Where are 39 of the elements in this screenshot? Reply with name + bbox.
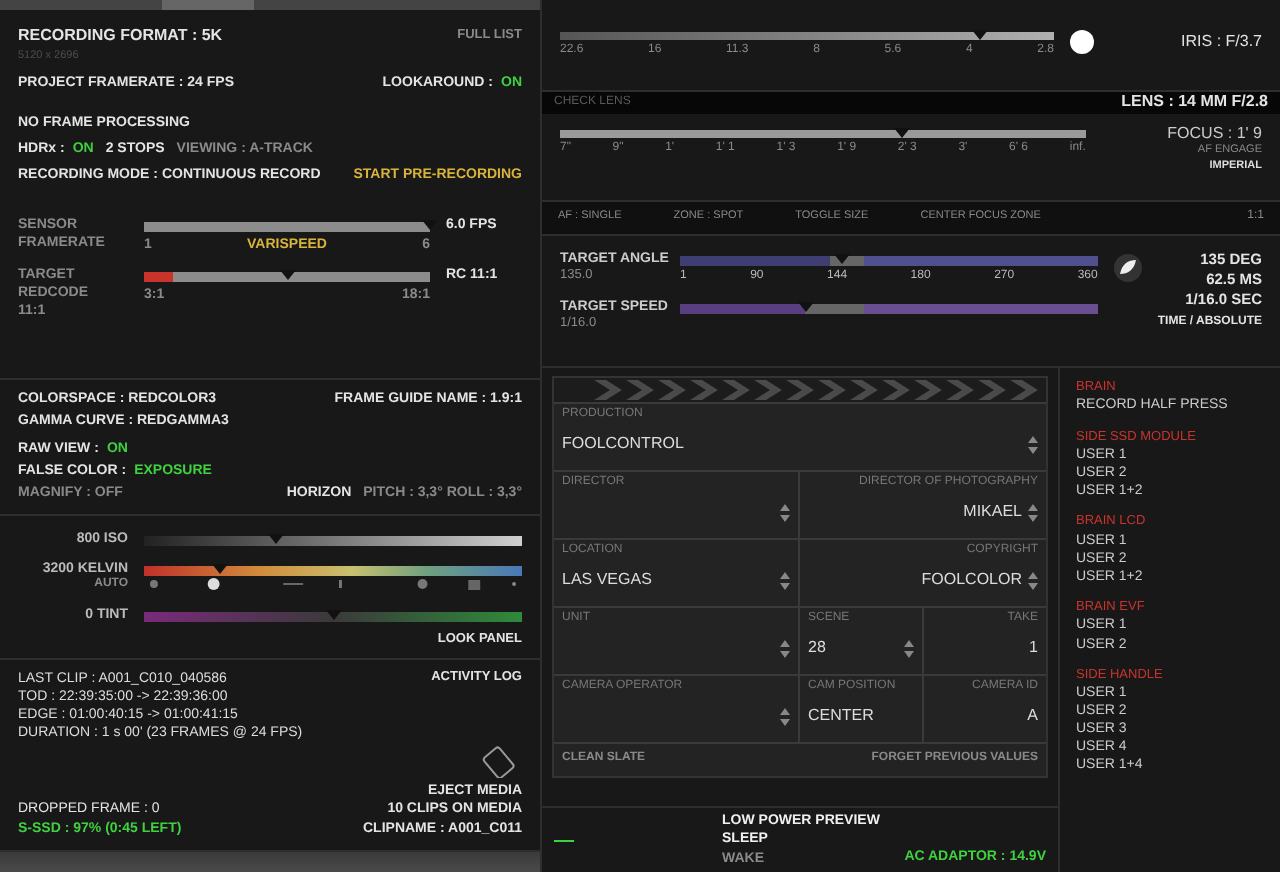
stepper-icon[interactable] [780,571,790,590]
slider-track[interactable] [560,130,1086,138]
slider-track[interactable] [680,303,1098,314]
field-value: 28 [808,638,826,660]
recording-format: RECORDING FORMAT : 5K [18,26,223,47]
status-line [554,839,574,841]
field-value: FOOLCOLOR [921,570,1022,592]
slider-track[interactable] [144,566,522,577]
stepper-icon[interactable] [780,503,790,522]
stepper-icon[interactable] [1028,435,1038,454]
stepper-icon[interactable] [1028,571,1038,590]
iris-reading: IRIS : F/3.7 [1179,32,1262,54]
slider-thumb[interactable] [893,128,910,138]
stepper-icon[interactable] [780,639,790,658]
stepper-icon[interactable] [903,639,913,658]
slider-thumb[interactable] [279,270,295,280]
focus-reading: FOCUS : 1' 9 [1167,124,1262,144]
slider-track[interactable] [560,32,1054,40]
stepper-icon[interactable] [780,707,790,726]
slider-track[interactable] [144,272,430,282]
slider-thumb[interactable] [971,30,988,40]
slider-track[interactable] [144,536,522,546]
slider-thumb[interactable] [325,609,341,620]
shutter-icon [1113,254,1142,282]
field-value: LAS VEGAS [562,570,652,592]
slider-thumb[interactable] [834,254,851,264]
field-value: 1 [1029,638,1038,660]
field-value: MIKAEL [963,502,1022,524]
field-value: FOOLCONTROL [562,434,684,456]
slider-track[interactable] [680,256,1098,266]
stepper-icon[interactable] [1028,503,1038,522]
field-value: A [1027,706,1038,728]
lens-name: LENS : 14 MM F/2.8 [1121,92,1268,114]
field-value: CENTER [808,706,874,728]
slider-track[interactable] [144,611,522,622]
slider-thumb[interactable] [797,301,814,312]
slider-thumb[interactable] [268,534,285,544]
circle-icon [1070,30,1094,55]
slider-thumb[interactable] [422,219,438,230]
